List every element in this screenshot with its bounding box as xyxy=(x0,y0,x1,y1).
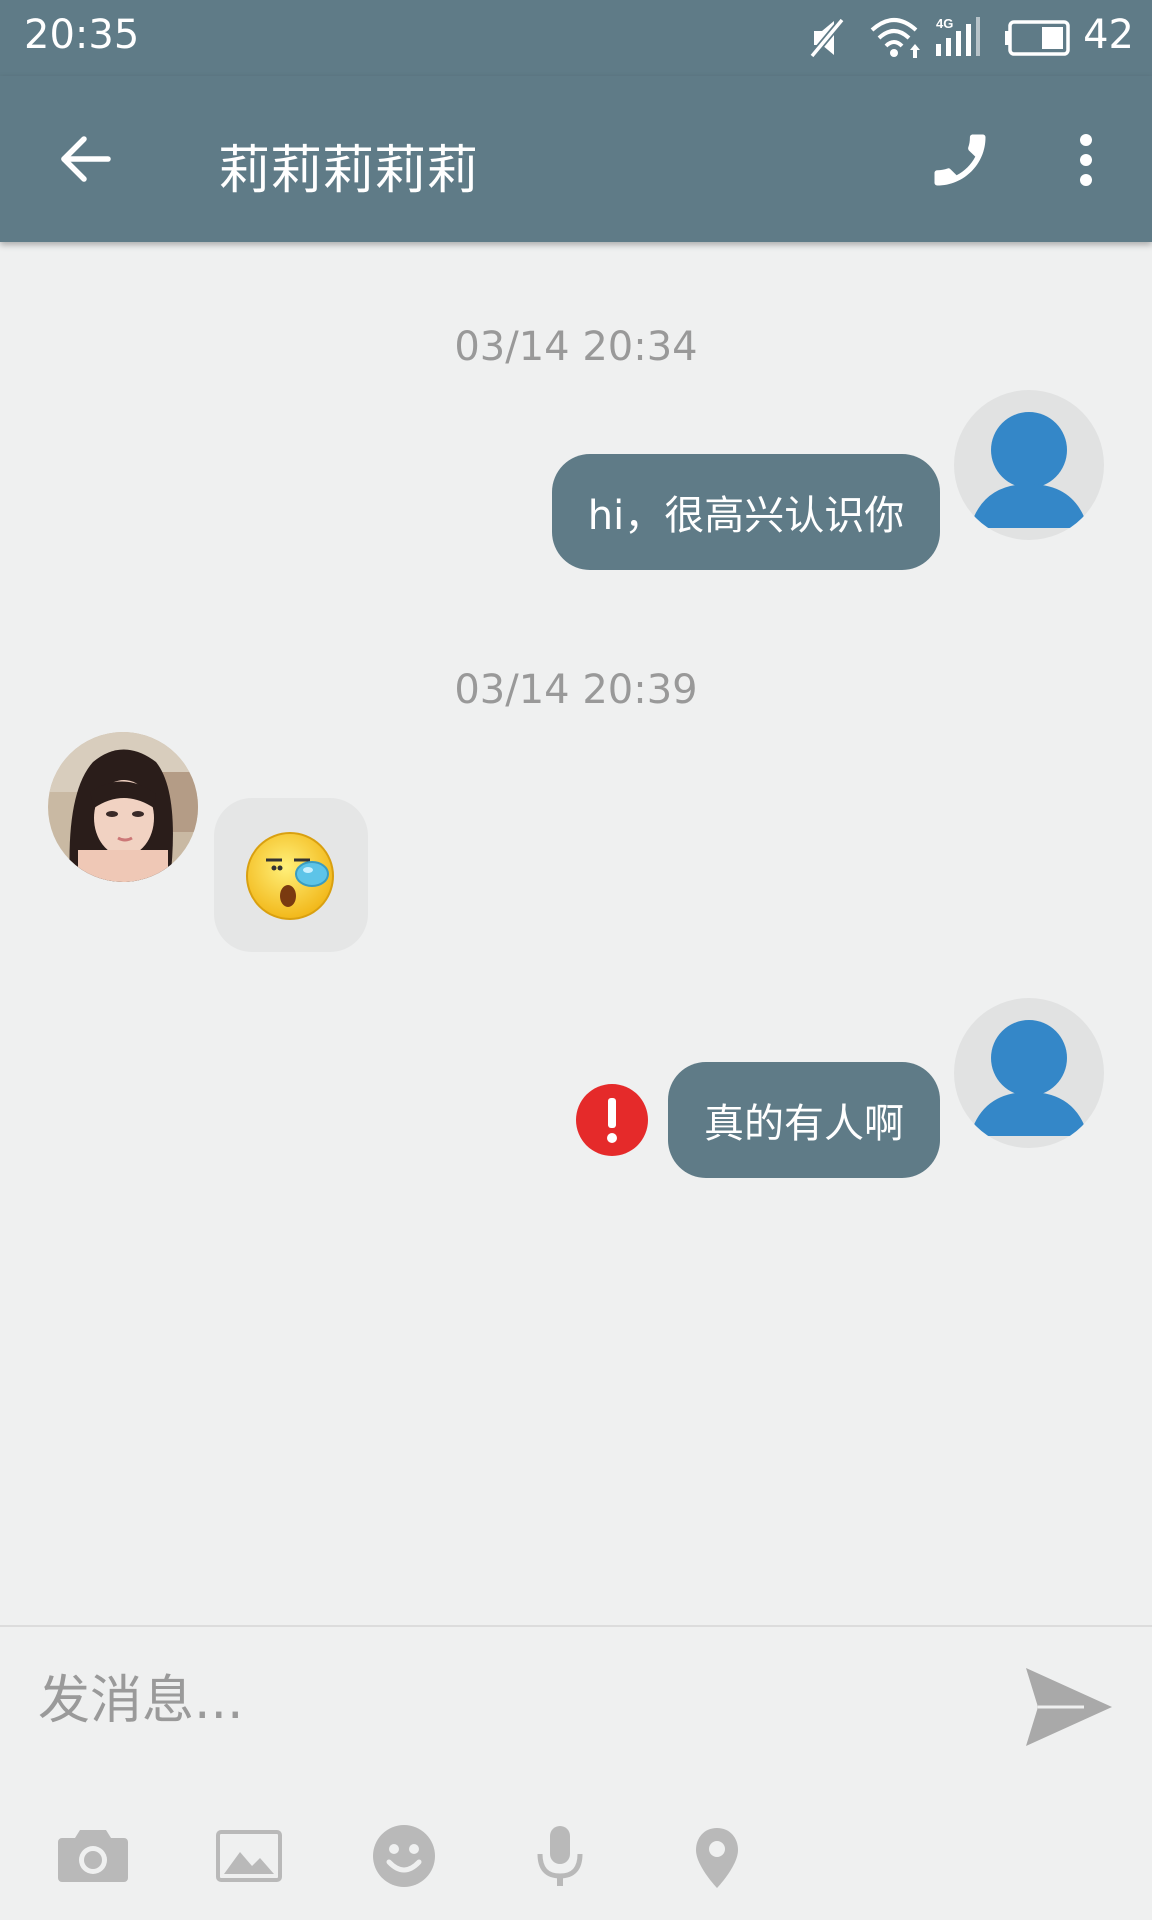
signal-4g-icon: 4G xyxy=(934,14,982,60)
user-silhouette-icon xyxy=(970,412,1088,528)
contact-avatar[interactable] xyxy=(48,732,198,882)
message-timestamp: 03/14 20:34 xyxy=(454,324,698,370)
outgoing-message-bubble[interactable]: 真的有人啊 xyxy=(668,1062,940,1178)
self-avatar[interactable] xyxy=(954,998,1104,1148)
self-avatar[interactable] xyxy=(954,390,1104,540)
wifi-icon xyxy=(868,16,920,60)
microphone-icon[interactable] xyxy=(536,1824,584,1890)
status-time: 20:35 xyxy=(24,12,140,58)
outgoing-message-bubble[interactable]: hi，很高兴认识你 xyxy=(552,454,940,570)
composer-divider xyxy=(0,1625,1152,1627)
location-icon[interactable] xyxy=(694,1826,740,1890)
svg-text:4G: 4G xyxy=(936,16,953,31)
more-vert-icon[interactable] xyxy=(1072,130,1100,190)
contact-photo xyxy=(48,732,198,882)
mute-icon xyxy=(808,16,848,60)
camera-icon[interactable] xyxy=(58,1828,128,1882)
app-bar: 莉莉莉莉莉 xyxy=(0,76,1152,242)
sleepy-face-emoji xyxy=(246,832,334,920)
phone-icon[interactable] xyxy=(926,126,994,194)
image-icon[interactable] xyxy=(216,1830,282,1882)
status-bar: 20:35 4G 42 xyxy=(0,0,1152,76)
message-timestamp: 03/14 20:39 xyxy=(454,667,698,713)
send-failed-icon[interactable] xyxy=(576,1084,648,1156)
chat-title: 莉莉莉莉莉 xyxy=(218,141,479,201)
battery-icon xyxy=(1004,20,1072,56)
send-icon[interactable] xyxy=(1024,1664,1114,1750)
message-input[interactable] xyxy=(36,1650,980,1752)
battery-level: 42 xyxy=(1083,12,1134,58)
emoji-icon[interactable] xyxy=(372,1824,436,1888)
user-silhouette-icon xyxy=(970,1020,1088,1136)
incoming-message-bubble[interactable] xyxy=(214,798,368,952)
arrow-left-icon[interactable] xyxy=(58,134,112,184)
